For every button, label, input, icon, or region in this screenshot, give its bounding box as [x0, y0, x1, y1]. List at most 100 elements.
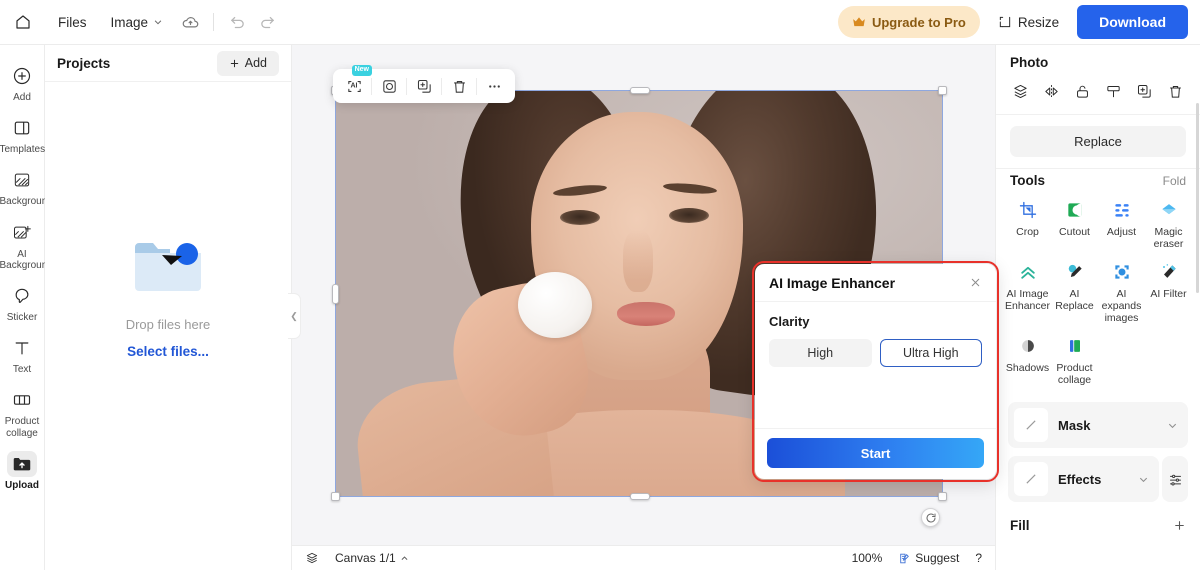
projects-header: Projects Add [45, 45, 291, 82]
tools-title: Tools [1010, 173, 1045, 188]
suggest-button[interactable]: Suggest [891, 548, 966, 568]
tool-cutout[interactable]: Cutout [1051, 198, 1098, 250]
sidebar-item-ai-background[interactable]: AI Background [0, 214, 53, 275]
photo-title: Photo [1010, 55, 1049, 70]
product-collage-icon [1063, 334, 1087, 358]
delete-button[interactable] [1164, 79, 1188, 103]
chevron-left-icon: ❮ [290, 310, 298, 321]
projects-dropzone[interactable]: Drop files here Select files... [45, 82, 291, 570]
sidebar-item-background[interactable]: Background [0, 161, 53, 211]
clarity-options: High Ultra High [769, 339, 982, 367]
plus-circle-icon [7, 63, 37, 89]
dialog-title: AI Image Enhancer [769, 274, 896, 291]
resize-button[interactable]: Resize [990, 6, 1067, 38]
effects-accordion-wrap: Effects [1008, 456, 1188, 503]
replace-button[interactable]: Replace [1010, 126, 1186, 157]
effects-accordion[interactable]: Effects [1008, 456, 1159, 503]
sidebar-item-product-collage[interactable]: Product collage [0, 381, 45, 442]
templates-icon [7, 115, 37, 141]
sidebar-label: Add [13, 92, 31, 103]
clarity-label: Clarity [769, 314, 810, 329]
magic-eraser-icon [1157, 198, 1181, 222]
more-button[interactable] [477, 71, 511, 101]
crop-frame-button[interactable] [372, 71, 406, 101]
sidebar-label: Text [12, 364, 32, 376]
sticker-icon [7, 283, 37, 309]
chevron-down-icon [153, 17, 163, 27]
chevron-down-icon [1138, 474, 1153, 485]
tool-label: AI Filter [1150, 288, 1187, 301]
tool-product-collage[interactable]: Product collage [1051, 334, 1098, 386]
tool-shadows[interactable]: Shadows [1004, 334, 1051, 386]
add-project-button[interactable]: Add [216, 50, 279, 76]
projects-panel: Projects Add Drop files here Select file… [45, 45, 292, 570]
clarity-option-high[interactable]: High [769, 339, 872, 367]
undo-icon[interactable] [222, 7, 252, 37]
files-label: Files [58, 14, 87, 30]
resize-icon [998, 15, 1012, 29]
background-icon [7, 167, 37, 193]
sidebar-item-sticker[interactable]: Sticker [0, 277, 45, 327]
drop-files-text: Drop files here [125, 317, 211, 332]
delete-button[interactable] [442, 71, 476, 101]
ai-background-icon [7, 220, 37, 246]
tool-label: Cutout [1059, 226, 1090, 238]
close-icon[interactable] [969, 276, 982, 289]
tool-label: Product collage [1056, 362, 1093, 387]
shadows-icon [1016, 334, 1040, 358]
panel-collapse-handle[interactable]: ❮ [288, 293, 301, 339]
mask-accordion-wrap: Mask [1008, 402, 1188, 449]
format-painter-icon[interactable] [1102, 79, 1126, 103]
layer-order-button[interactable] [1008, 79, 1032, 103]
tool-ai-expands-images[interactable]: AI expands images [1098, 260, 1145, 324]
top-bar: Files Image Upgrade to Pro Resize Downlo… [0, 0, 1200, 45]
flip-horizontal-icon[interactable] [1039, 79, 1063, 103]
tool-label: Crop [1016, 226, 1039, 238]
fold-toggle[interactable]: Fold [1163, 174, 1186, 188]
sidebar-label: AI Background [0, 248, 53, 271]
ai-image-enhancer-dialog: AI Image Enhancer Clarity High Ultra Hig… [752, 261, 999, 482]
panel-scrollbar[interactable] [1196, 103, 1199, 293]
tool-ai-replace[interactable]: AI Replace [1051, 260, 1098, 324]
mask-accordion[interactable]: Mask [1008, 402, 1188, 449]
tool-ai-filter[interactable]: AI Filter [1145, 260, 1192, 324]
select-files-link[interactable]: Select files... [127, 344, 209, 359]
home-icon[interactable] [0, 0, 46, 45]
suggest-icon [898, 552, 911, 565]
tool-magic-eraser[interactable]: Magic eraser [1145, 198, 1192, 250]
help-button[interactable]: ? [968, 548, 989, 568]
unlock-icon[interactable] [1070, 79, 1094, 103]
image-menu[interactable]: Image [99, 7, 176, 37]
clarity-option-ultra-high[interactable]: Ultra High [879, 339, 982, 367]
ai-tool-button[interactable]: AI New [337, 65, 372, 101]
duplicate-button[interactable] [407, 71, 441, 101]
sidebar-label: Sticker [6, 311, 38, 323]
new-badge: New [351, 65, 372, 76]
effects-settings-button[interactable] [1162, 456, 1188, 503]
cloud-sync-icon[interactable] [175, 7, 205, 37]
sidebar-item-upload[interactable]: Upload [0, 445, 45, 495]
add-fill-button[interactable] [1173, 519, 1186, 532]
resize-label: Resize [1017, 14, 1060, 30]
sidebar-item-add[interactable]: Add [0, 57, 45, 107]
canvas-selector[interactable]: Canvas 1/1 [328, 548, 416, 568]
tool-adjust[interactable]: Adjust [1098, 198, 1145, 250]
upgrade-to-pro-button[interactable]: Upgrade to Pro [837, 6, 980, 38]
duplicate-button[interactable] [1133, 79, 1157, 103]
start-button[interactable]: Start [767, 438, 984, 468]
chevron-up-icon [400, 554, 409, 563]
redo-icon[interactable] [252, 7, 282, 37]
tool-crop[interactable]: Crop [1004, 198, 1051, 250]
crop-icon [1016, 198, 1040, 222]
sidebar-item-text[interactable]: Text [0, 329, 45, 379]
layers-button[interactable] [298, 548, 326, 568]
files-menu[interactable]: Files [46, 7, 99, 37]
tool-label: Magic eraser [1153, 226, 1184, 251]
sliders-icon [1168, 472, 1183, 487]
download-button[interactable]: Download [1077, 5, 1188, 39]
zoom-level[interactable]: 100% [845, 548, 890, 568]
rotate-handle[interactable] [921, 508, 940, 527]
mask-label: Mask [1058, 417, 1091, 433]
tool-ai-image-enhancer[interactable]: AI Image Enhancer [1004, 260, 1051, 324]
sidebar-item-templates[interactable]: Templates [0, 109, 45, 159]
